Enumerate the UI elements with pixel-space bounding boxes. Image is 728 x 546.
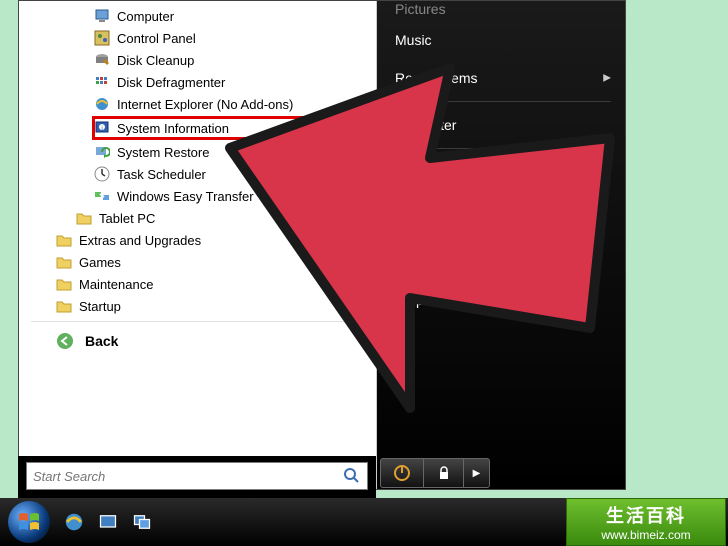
shutdown-options-button[interactable]: ▶	[464, 458, 490, 488]
folder-label: Games	[79, 255, 121, 270]
right-item-label: Default Programs	[395, 254, 534, 270]
folder-tablet-pc[interactable]: Tablet PC	[19, 207, 376, 229]
folder-games[interactable]: Games	[19, 251, 376, 273]
separator	[31, 321, 364, 322]
folder-icon	[55, 231, 73, 249]
program-label: Control Panel	[117, 31, 196, 46]
power-controls: ▶	[380, 458, 490, 488]
program-label: Disk Cleanup	[117, 53, 194, 68]
right-item-label: Pictures	[395, 1, 446, 17]
right-item-help-support[interactable]: Help and Support	[377, 281, 625, 319]
search-box[interactable]	[26, 462, 368, 490]
sysinfo-icon: i	[93, 119, 111, 137]
program-disk-cleanup[interactable]: Disk Cleanup	[19, 49, 376, 71]
power-icon	[393, 464, 411, 482]
program-ie-no-addons[interactable]: Internet Explorer (No Add-ons)	[19, 93, 376, 115]
start-menu: Computer Control Panel Disk Cleanup Disk…	[18, 0, 626, 490]
right-item-label: Computer	[395, 117, 456, 133]
lock-icon	[437, 466, 451, 480]
right-item-label: Music	[395, 32, 432, 48]
restore-icon	[93, 143, 111, 161]
right-item-music[interactable]: Music	[377, 21, 625, 59]
program-system-restore[interactable]: System Restore	[19, 141, 376, 163]
start-menu-right-panel: Pictures Music Recent Items ▶ Computer D…	[377, 1, 625, 489]
program-windows-easy-transfer[interactable]: Windows Easy Transfer	[19, 185, 376, 207]
program-label: Windows Easy Transfer	[117, 189, 254, 204]
right-item-label: Help and Support	[395, 292, 504, 308]
control-panel-icon	[93, 29, 111, 47]
right-item-pictures[interactable]: Pictures	[377, 1, 625, 21]
right-item-control-panel[interactable]	[377, 153, 625, 243]
start-button[interactable]	[8, 501, 50, 543]
taskbar-show-desktop-icon[interactable]	[96, 510, 120, 534]
back-arrow-icon	[55, 331, 75, 351]
program-label: System Restore	[117, 145, 209, 160]
taskbar-switch-windows-icon[interactable]	[130, 510, 154, 534]
ie-icon	[93, 95, 111, 113]
taskbar-ie-icon[interactable]	[62, 510, 86, 534]
right-item-recent-items[interactable]: Recent Items ▶	[377, 59, 625, 97]
folder-label: Tablet PC	[99, 211, 155, 226]
submenu-arrow-icon: ▶	[603, 73, 611, 84]
watermark-url: www.bimeiz.com	[601, 528, 690, 542]
separator	[391, 101, 611, 102]
computer-icon	[93, 7, 111, 25]
chevron-right-icon: ▶	[473, 468, 481, 479]
program-system-information[interactable]: i System Information	[93, 117, 318, 139]
folder-label: Maintenance	[79, 277, 153, 292]
program-task-scheduler[interactable]: Task Scheduler	[19, 163, 376, 185]
program-disk-defragmenter[interactable]: Disk Defragmenter	[19, 71, 376, 93]
disk-cleanup-icon	[93, 51, 111, 69]
back-label: Back	[85, 333, 118, 349]
folder-icon	[55, 253, 73, 271]
right-item-computer[interactable]: Computer	[377, 106, 625, 144]
clock-icon	[93, 165, 111, 183]
program-label: Internet Explorer (No Add-ons)	[117, 97, 293, 112]
search-input[interactable]	[33, 469, 343, 484]
program-label: Task Scheduler	[117, 167, 206, 182]
program-label: System Information	[117, 121, 229, 136]
watermark-title: 生活百科	[606, 502, 686, 528]
windows-logo-icon	[16, 509, 42, 535]
separator	[391, 148, 611, 149]
lock-button[interactable]	[424, 458, 464, 488]
folder-maintenance[interactable]: Maintenance	[19, 273, 376, 295]
folder-icon	[55, 297, 73, 315]
folder-label: Extras and Upgrades	[79, 233, 201, 248]
all-programs-list: Computer Control Panel Disk Cleanup Disk…	[19, 1, 376, 489]
back-button[interactable]: Back	[19, 326, 376, 356]
folder-icon	[55, 275, 73, 293]
transfer-icon	[93, 187, 111, 205]
program-computer[interactable]: Computer	[19, 5, 376, 27]
search-row	[18, 456, 376, 498]
folder-startup[interactable]: Startup	[19, 295, 376, 317]
watermark: 生活百科 www.bimeiz.com	[566, 498, 726, 546]
disk-defrag-icon	[93, 73, 111, 91]
right-item-default-programs[interactable]: Default Programs	[377, 243, 625, 281]
right-item-label: Recent Items	[395, 70, 477, 86]
start-menu-left-panel: Computer Control Panel Disk Cleanup Disk…	[19, 1, 377, 489]
program-label: Disk Defragmenter	[117, 75, 225, 90]
search-icon	[343, 467, 361, 485]
folder-label: Startup	[79, 299, 121, 314]
power-button[interactable]	[380, 458, 424, 488]
folder-icon	[75, 209, 93, 227]
folder-extras-upgrades[interactable]: Extras and Upgrades	[19, 229, 376, 251]
program-control-panel[interactable]: Control Panel	[19, 27, 376, 49]
svg-text:i: i	[101, 126, 102, 132]
program-label: Computer	[117, 9, 174, 24]
